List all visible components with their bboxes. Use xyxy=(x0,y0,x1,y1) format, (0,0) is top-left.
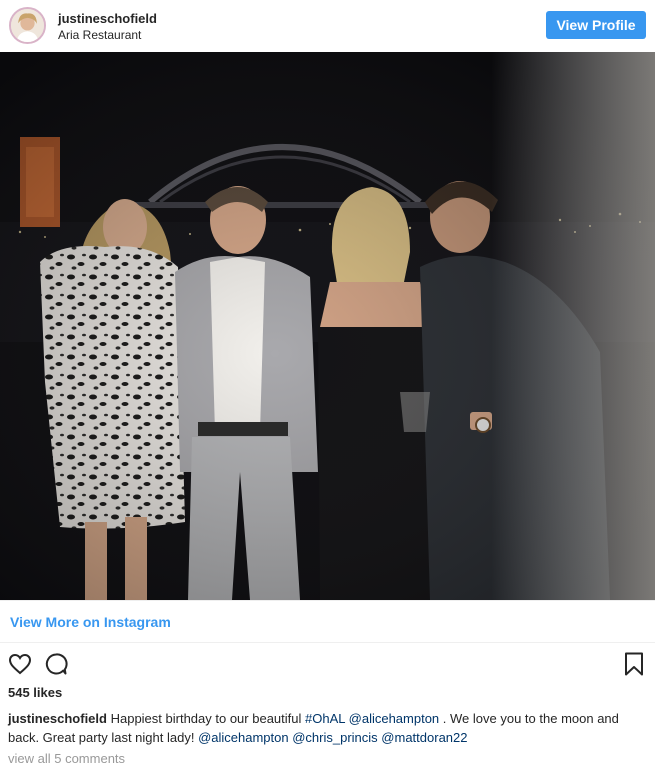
actions-divider xyxy=(0,642,655,643)
view-more-link[interactable]: View More on Instagram xyxy=(10,614,171,630)
view-profile-button[interactable]: View Profile xyxy=(546,11,646,39)
photo-divider xyxy=(0,600,655,601)
view-comments-link[interactable]: view all 5 comments xyxy=(8,751,125,766)
caption-mention[interactable]: @alicehampton xyxy=(349,711,440,726)
caption-mention[interactable]: @mattdoran22 xyxy=(381,730,467,745)
header-location[interactable]: Aria Restaurant xyxy=(58,28,141,42)
speech-bubble-icon[interactable] xyxy=(44,652,68,676)
likes-count[interactable]: 545 likes xyxy=(8,685,62,700)
caption-username[interactable]: justineschofield xyxy=(8,711,107,726)
avatar[interactable] xyxy=(9,7,46,44)
post-header: justineschofield Aria Restaurant View Pr… xyxy=(0,0,655,52)
caption-hashtag[interactable]: #OhAL xyxy=(305,711,345,726)
instagram-embed-card: justineschofield Aria Restaurant View Pr… xyxy=(0,0,655,781)
caption-mention[interactable]: @chris_princis xyxy=(292,730,377,745)
avatar-image xyxy=(11,9,44,42)
party-photo-image xyxy=(0,52,655,600)
post-photo[interactable] xyxy=(0,52,655,600)
post-caption: justineschofield Happiest birthday to ou… xyxy=(8,709,648,747)
caption-mention[interactable]: @alicehampton xyxy=(198,730,289,745)
bookmark-icon[interactable] xyxy=(624,652,644,676)
heart-outline-icon[interactable] xyxy=(8,652,32,676)
header-username[interactable]: justineschofield xyxy=(58,11,157,26)
caption-text: Happiest birthday to our beautiful xyxy=(110,711,302,726)
